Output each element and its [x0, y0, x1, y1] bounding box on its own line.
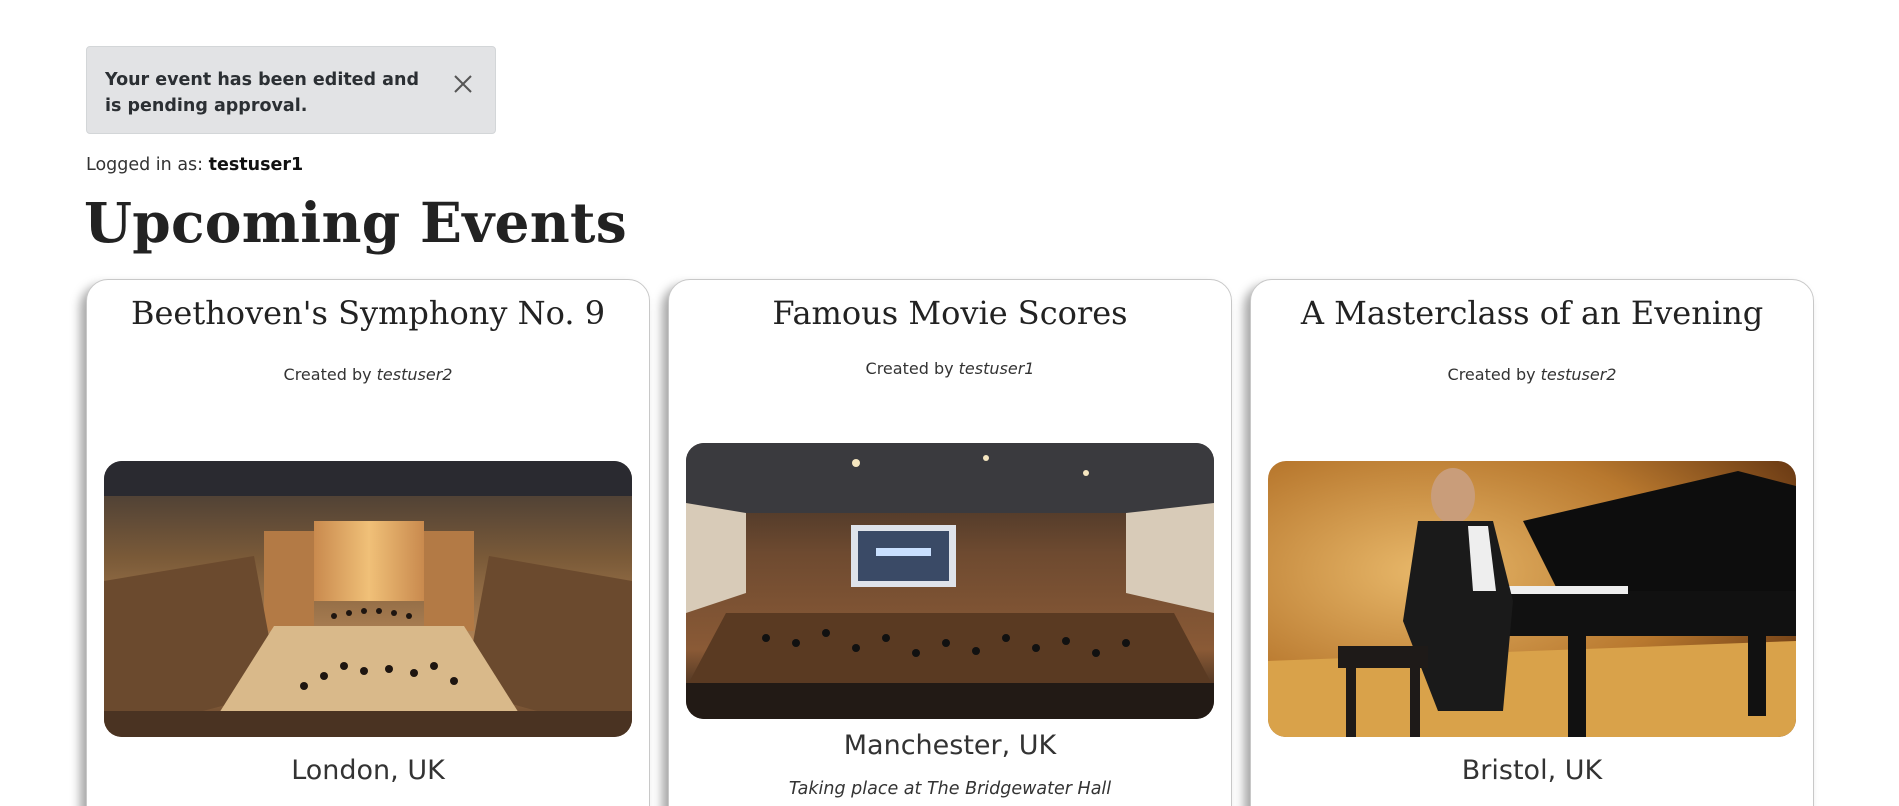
event-title[interactable]: Famous Movie Scores: [669, 294, 1231, 332]
creator-name: testuser1: [958, 359, 1035, 378]
event-image[interactable]: [1268, 461, 1796, 737]
event-image[interactable]: [104, 461, 632, 737]
creator-prefix: Created by: [283, 365, 372, 384]
event-image[interactable]: [686, 443, 1214, 719]
close-icon: [454, 75, 472, 93]
alert-close-button[interactable]: [445, 66, 481, 102]
pianist-photo: [1268, 461, 1796, 737]
page-title: Upcoming Events: [84, 190, 628, 255]
event-creator: Created by testuser1: [669, 359, 1231, 378]
creator-prefix: Created by: [865, 359, 954, 378]
event-venue: Taking place at The Bridgewater Hall: [788, 779, 1112, 799]
login-username: testuser1: [208, 155, 304, 175]
login-status: Logged in as: testuser1: [86, 155, 303, 175]
page: Your event has been edited and is pendin…: [0, 0, 1899, 806]
orchestra-stage-photo: [686, 443, 1214, 719]
event-card[interactable]: Beethoven's Symphony No. 9 Created by te…: [86, 279, 650, 806]
creator-prefix: Created by: [1447, 365, 1536, 384]
event-edited-alert: Your event has been edited and is pendin…: [86, 46, 496, 134]
event-location: Manchester, UK: [843, 730, 1057, 761]
event-card[interactable]: A Masterclass of an Evening Created by t…: [1250, 279, 1814, 806]
event-creator: Created by testuser2: [1251, 365, 1813, 384]
event-card[interactable]: Famous Movie Scores Created by testuser1: [668, 279, 1232, 806]
creator-name: testuser2: [376, 365, 453, 384]
alert-message: Your event has been edited and is pendin…: [105, 70, 419, 116]
login-prefix: Logged in as:: [86, 155, 204, 175]
event-location: Bristol, UK: [1461, 755, 1603, 786]
event-creator: Created by testuser2: [87, 365, 649, 384]
concert-hall-photo: [104, 461, 632, 737]
event-title[interactable]: A Masterclass of an Evening: [1251, 294, 1813, 332]
event-location: London, UK: [291, 755, 445, 786]
creator-name: testuser2: [1540, 365, 1617, 384]
event-title[interactable]: Beethoven's Symphony No. 9: [87, 294, 649, 332]
